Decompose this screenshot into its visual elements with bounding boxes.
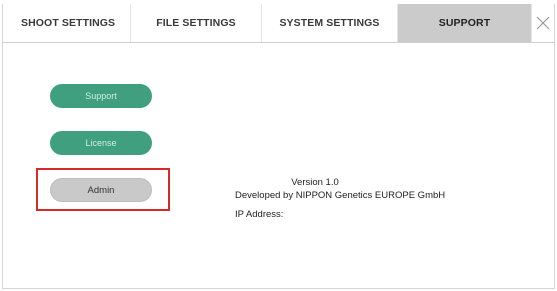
support-settings-window: SHOOT SETTINGS FILE SETTINGS SYSTEM SETT… bbox=[2, 4, 555, 289]
close-button[interactable] bbox=[532, 4, 554, 42]
close-icon bbox=[536, 16, 550, 30]
version-info: Version 1.0 Developed by NIPPON Genetics… bbox=[235, 176, 445, 221]
tab-file-settings[interactable]: FILE SETTINGS bbox=[131, 4, 262, 42]
admin-highlight-box bbox=[36, 168, 170, 211]
license-button[interactable]: License bbox=[50, 131, 152, 155]
version-text: Version 1.0 bbox=[291, 177, 339, 188]
developer-text: Developed by NIPPON Genetics EUROPE GmbH bbox=[235, 190, 446, 201]
tab-shoot-settings[interactable]: SHOOT SETTINGS bbox=[3, 4, 131, 42]
tab-system-settings[interactable]: SYSTEM SETTINGS bbox=[262, 4, 398, 42]
ip-address-label: IP Address: bbox=[235, 209, 284, 220]
support-button[interactable]: Support bbox=[50, 84, 152, 108]
settings-tab-bar: SHOOT SETTINGS FILE SETTINGS SYSTEM SETT… bbox=[3, 4, 554, 43]
tab-support[interactable]: SUPPORT bbox=[398, 4, 532, 42]
